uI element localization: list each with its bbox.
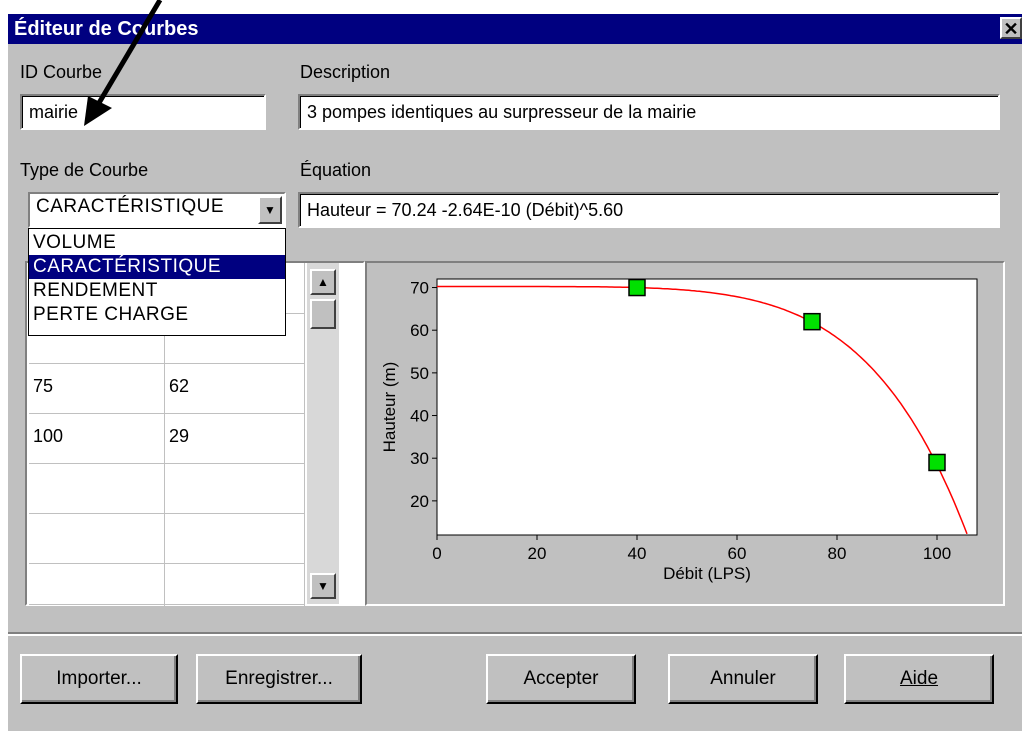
table-cell-flow[interactable]: 75 — [29, 363, 165, 413]
x-tick-label: 20 — [528, 544, 547, 563]
plot-area — [436, 278, 978, 536]
data-point-marker — [803, 312, 821, 331]
x-axis-label: Débit (LPS) — [663, 564, 751, 583]
option-volume[interactable]: VOLUME — [29, 231, 285, 255]
type-courbe-label: Type de Courbe — [20, 160, 149, 180]
equation-label: Équation — [300, 160, 372, 180]
type-courbe-dropdown: VOLUME CARACTÉRISTIQUE RENDEMENT PERTE C… — [28, 228, 286, 336]
y-axis-label: Hauteur (m) — [380, 362, 399, 453]
x-tick-label: 40 — [628, 544, 647, 563]
x-tick-label: 80 — [828, 544, 847, 563]
table-row[interactable] — [29, 463, 305, 514]
description-label: Description — [300, 62, 391, 82]
table-cell-flow[interactable] — [29, 563, 165, 613]
data-point-marker — [628, 278, 646, 297]
y-tick-label: 20 — [410, 492, 429, 511]
curve-chart: 0 20 40 60 80 100 20 30 40 50 60 70 Débit (LPS) Haute… — [380, 278, 978, 583]
description-input[interactable]: 3 pompes identiques au surpresseur de la… — [298, 94, 1000, 130]
x-tick-label: 60 — [728, 544, 747, 563]
scroll-thumb[interactable] — [310, 299, 336, 329]
type-courbe-select[interactable]: CARACTÉRISTIQUE ▼ — [28, 192, 286, 228]
chevron-down-icon[interactable]: ▼ — [258, 196, 282, 224]
close-button[interactable]: ✕ — [1000, 17, 1022, 39]
table-cell-head[interactable] — [165, 563, 305, 613]
table-cell-head[interactable]: 29 — [165, 413, 305, 463]
table-cell-flow[interactable] — [29, 463, 165, 513]
x-tick-label: 100 — [923, 544, 951, 563]
option-caracteristique[interactable]: CARACTÉRISTIQUE — [29, 255, 285, 279]
table-cell-head[interactable] — [165, 463, 305, 513]
importer-button[interactable]: Importer... — [20, 654, 178, 704]
y-tick-label: 50 — [410, 364, 429, 383]
x-tick-label: 0 — [432, 544, 441, 563]
curve-chart-panel: 0 20 40 60 80 100 20 30 40 50 60 70 Débit (LPS) Haute… — [365, 261, 1005, 606]
y-tick-label: 40 — [410, 407, 429, 426]
vertical-scrollbar[interactable]: ▲ ▼ — [307, 263, 339, 604]
separator — [8, 632, 1022, 636]
annotation-arrow-icon — [84, 0, 163, 126]
table-row[interactable] — [29, 563, 305, 613]
enregistrer-button[interactable]: Enregistrer... — [196, 654, 362, 704]
scroll-down-icon[interactable]: ▼ — [310, 573, 336, 599]
y-tick-label: 70 — [410, 279, 429, 298]
option-perte-charge[interactable]: PERTE CHARGE — [29, 303, 285, 327]
data-point-marker — [928, 453, 946, 472]
table-row[interactable]: 100 29 — [29, 413, 305, 464]
y-tick-label: 60 — [410, 321, 429, 340]
annuler-button[interactable]: Annuler — [668, 654, 818, 704]
table-cell-head[interactable] — [165, 513, 305, 563]
y-tick-label: 30 — [410, 449, 429, 468]
accepter-button[interactable]: Accepter — [486, 654, 636, 704]
table-cell-head[interactable]: 62 — [165, 363, 305, 413]
equation-field: Hauteur = 70.24 -2.64E-10 (Débit)^5.60 — [298, 192, 1000, 228]
option-rendement[interactable]: RENDEMENT — [29, 279, 285, 303]
aide-button[interactable]: Aide — [844, 654, 994, 704]
table-cell-flow[interactable]: 100 — [29, 413, 165, 463]
table-row[interactable] — [29, 513, 305, 564]
table-row[interactable]: 75 62 — [29, 363, 305, 414]
scroll-up-icon[interactable]: ▲ — [310, 269, 336, 295]
table-cell-flow[interactable] — [29, 513, 165, 563]
